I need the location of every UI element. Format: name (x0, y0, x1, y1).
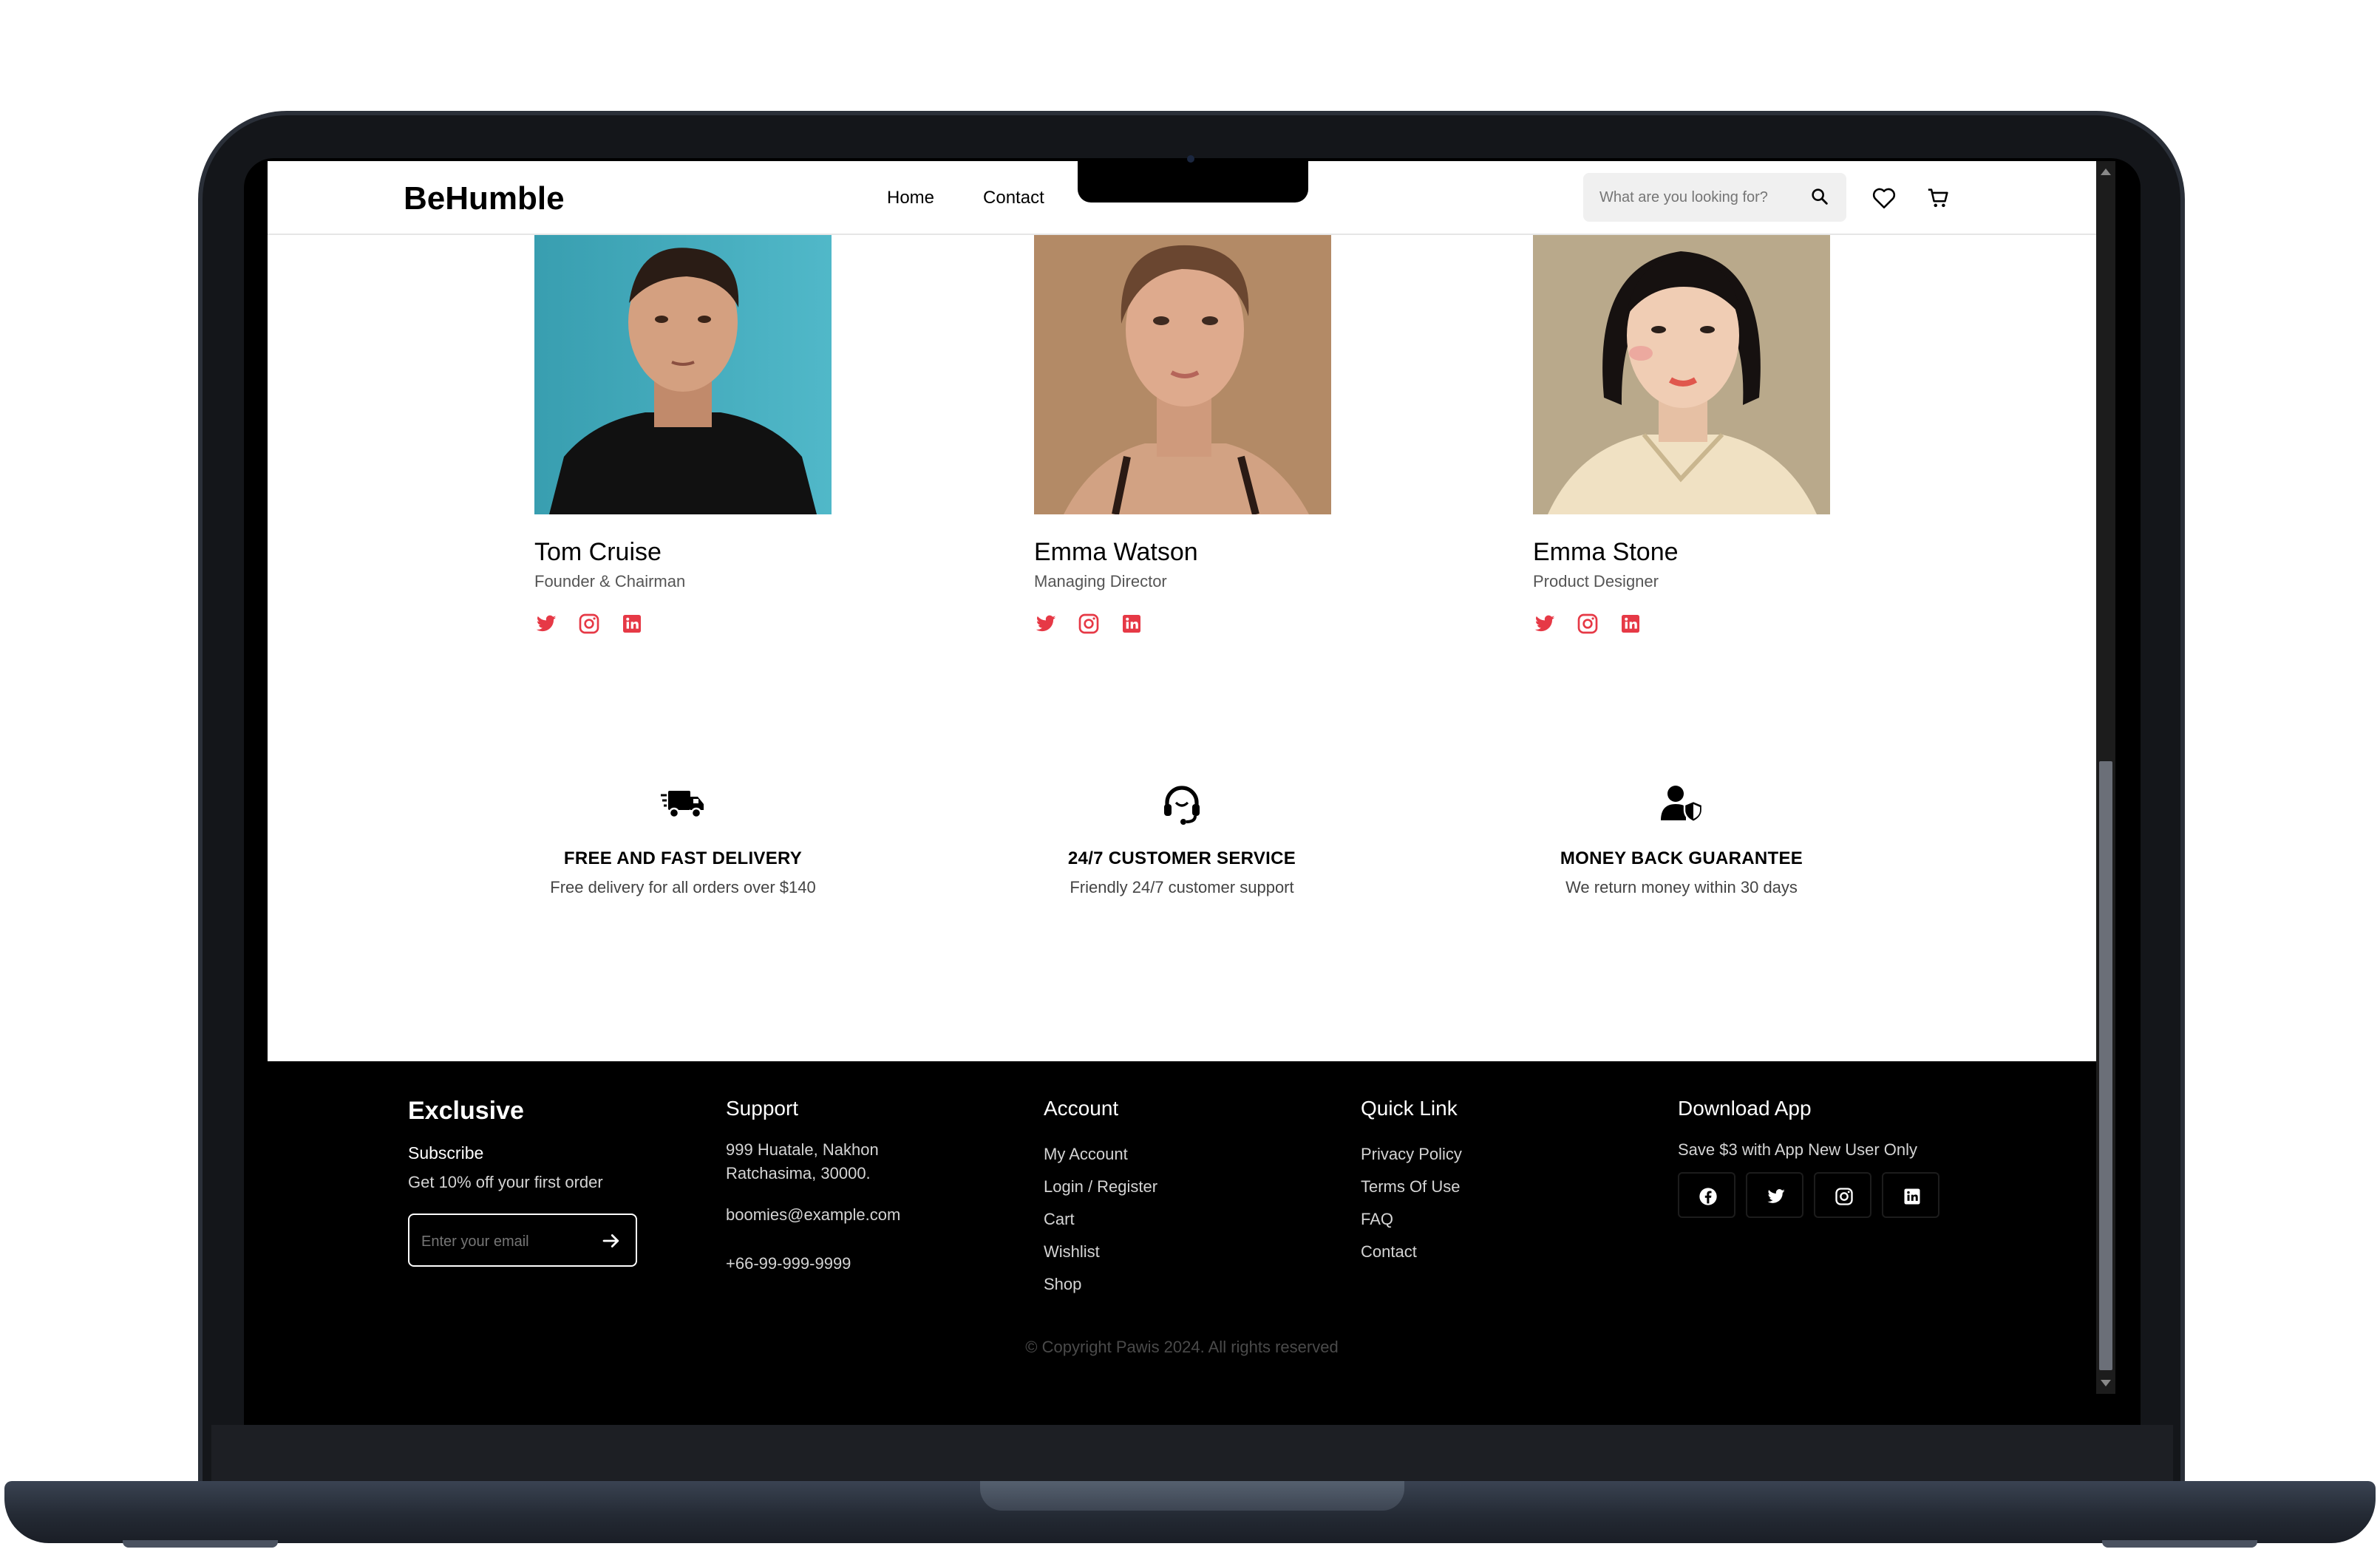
feature-title: FREE AND FAST DELIVERY (563, 848, 803, 868)
search-input[interactable] (1599, 186, 1799, 208)
footer-link-my-account[interactable]: My Account (1044, 1138, 1157, 1171)
footer-link-faq[interactable]: FAQ (1361, 1203, 1462, 1236)
feature-title: 24/7 CUSTOMER SERVICE (1067, 848, 1296, 868)
footer-link-privacy-policy[interactable]: Privacy Policy (1361, 1138, 1462, 1171)
copyright-text: © Copyright Pawis 2024. All rights reser… (1025, 1338, 1339, 1356)
footer-support-column: Support 999 Huatale, Nakhon Ratchasima, … (726, 1097, 900, 1280)
footer-account-column: Account My Account Login / Register Cart… (1044, 1097, 1157, 1301)
instagram-icon[interactable] (577, 612, 601, 636)
support-address-line: 999 Huatale, Nakhon (726, 1140, 879, 1159)
quick-link-heading: Quick Link (1361, 1097, 1458, 1120)
feature-title: MONEY BACK GUARANTEE (1560, 848, 1803, 868)
scrollbar-thumb[interactable] (2099, 761, 2112, 1370)
download-heading: Download App (1678, 1097, 1812, 1120)
instagram-icon[interactable] (1814, 1172, 1871, 1218)
linkedin-icon[interactable] (1120, 612, 1143, 636)
search-icon[interactable] (1809, 186, 1830, 211)
feature-money-back: MONEY BACK GUARANTEE We return money wit… (1489, 782, 1874, 897)
laptop-hinge-notch (980, 1481, 1404, 1511)
footer-link-contact[interactable]: Contact (1361, 1236, 1462, 1268)
download-note: Save $3 with App New User Only (1678, 1140, 1918, 1159)
member-name: Tom Cruise (534, 538, 662, 566)
footer-link-login-register[interactable]: Login / Register (1044, 1171, 1157, 1203)
instagram-icon[interactable] (1576, 612, 1599, 636)
account-heading: Account (1044, 1097, 1119, 1120)
headset-icon (1158, 782, 1206, 826)
member-name: Emma Stone (1533, 538, 1679, 566)
member-name: Emma Watson (1034, 538, 1198, 566)
feature-description: We return money within 30 days (1565, 878, 1798, 896)
site-logo[interactable]: BeHumble (404, 180, 565, 217)
camera-icon (1187, 155, 1194, 163)
footer-link-terms-of-use[interactable]: Terms Of Use (1361, 1171, 1462, 1203)
footer-quick-link-column: Quick Link Privacy Policy Terms Of Use F… (1361, 1097, 1462, 1268)
instagram-icon[interactable] (1077, 612, 1101, 636)
twitter-icon[interactable] (534, 612, 558, 636)
footer-social-icons (1678, 1172, 1939, 1218)
scroll-up-arrow-icon[interactable] (2101, 169, 2111, 175)
member-socials (1034, 612, 1143, 636)
member-role: Product Designer (1533, 572, 1659, 590)
main-nav: Home Contact (887, 188, 1044, 208)
email-subscribe-box (408, 1214, 637, 1267)
email-field[interactable] (421, 1231, 584, 1252)
laptop-chin (211, 1425, 2173, 1481)
search-bar (1583, 173, 1846, 222)
laptop-foot (2102, 1540, 2257, 1548)
support-address-line: Ratchasima, 30000. (726, 1164, 871, 1182)
support-email[interactable]: boomies@example.com (726, 1199, 900, 1231)
feature-delivery: FREE AND FAST DELIVERY Free delivery for… (491, 782, 875, 897)
footer-subscribe-column: Exclusive Subscribe Get 10% off your fir… (408, 1097, 637, 1267)
member-socials (534, 612, 644, 636)
feature-customer-service: 24/7 CUSTOMER SERVICE Friendly 24/7 cust… (990, 782, 1374, 897)
footer-download-column: Download App Save $3 with App New User O… (1678, 1097, 1939, 1218)
site-footer: Exclusive Subscribe Get 10% off your fir… (268, 1061, 2096, 1394)
member-photo (1533, 235, 1830, 514)
twitter-icon[interactable] (1533, 612, 1557, 636)
delivery-truck-icon (659, 782, 707, 826)
feature-description: Friendly 24/7 customer support (1070, 878, 1294, 896)
user-shield-icon (1658, 782, 1705, 826)
scroll-down-arrow-icon[interactable] (2101, 1380, 2111, 1386)
nav-home[interactable]: Home (887, 188, 934, 208)
linkedin-icon[interactable] (620, 612, 644, 636)
subscribe-offer: Get 10% off your first order (408, 1173, 603, 1191)
footer-brand: Exclusive (408, 1097, 524, 1125)
camera-notch (1078, 161, 1308, 202)
linkedin-icon[interactable] (1882, 1172, 1939, 1218)
page-scrollbar[interactable] (2096, 161, 2115, 1394)
member-photo (1034, 235, 1331, 514)
member-role: Managing Director (1034, 572, 1167, 590)
heart-icon[interactable] (1871, 186, 1897, 214)
nav-contact[interactable]: Contact (983, 188, 1044, 208)
support-heading: Support (726, 1097, 799, 1120)
linkedin-icon[interactable] (1619, 612, 1642, 636)
member-role: Founder & Chairman (534, 572, 686, 590)
twitter-icon[interactable] (1034, 612, 1058, 636)
facebook-icon[interactable] (1678, 1172, 1735, 1218)
support-phone[interactable]: +66-99-999-9999 (726, 1248, 900, 1280)
feature-description: Free delivery for all orders over $140 (550, 878, 816, 896)
member-socials (1533, 612, 1642, 636)
laptop-foot (123, 1540, 278, 1548)
footer-link-wishlist[interactable]: Wishlist (1044, 1236, 1157, 1268)
browser-viewport: BeHumble Home Contact What are you looki… (268, 161, 2096, 1394)
member-photo (534, 235, 832, 514)
cart-icon[interactable] (1926, 186, 1951, 214)
footer-link-shop[interactable]: Shop (1044, 1268, 1157, 1301)
twitter-icon[interactable] (1746, 1172, 1803, 1218)
send-arrow-icon[interactable] (600, 1230, 622, 1256)
footer-link-cart[interactable]: Cart (1044, 1203, 1157, 1236)
subscribe-heading: Subscribe (408, 1143, 484, 1163)
